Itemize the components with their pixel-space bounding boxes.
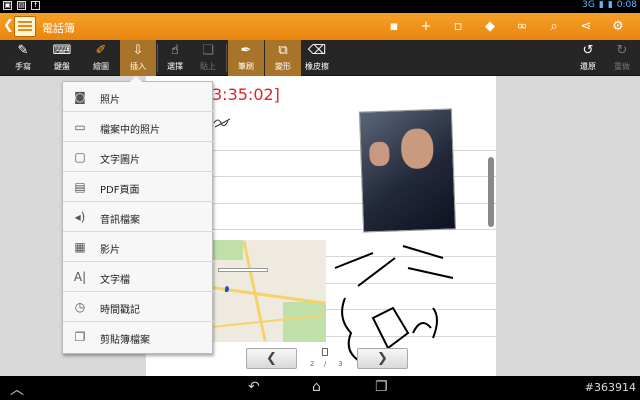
notification-up-icon[interactable]: ︿ xyxy=(10,379,24,399)
tool-transform[interactable]: ⧉ 變形 xyxy=(265,40,301,76)
image-icon: ▭ xyxy=(74,120,86,134)
home-nav-icon[interactable]: ⌂ xyxy=(312,379,321,395)
tool-brush[interactable]: ✒ 筆刷 xyxy=(228,40,264,76)
tool-select[interactable]: ☝ 選擇 xyxy=(157,40,193,76)
system-nav-bar: ︿ ↶ ⌂ ❐ #363914 xyxy=(0,376,640,400)
toolbar-divider xyxy=(226,44,227,72)
page-navigator: ❮ 2 / 3 ❯ xyxy=(246,348,408,372)
video-icon: ▦ xyxy=(74,240,86,254)
network-type: 3G xyxy=(582,0,595,10)
next-page-button[interactable]: ❯ xyxy=(357,348,408,369)
tool-eraser[interactable]: ⌫ 橡皮擦 xyxy=(299,40,335,76)
handwriting-scribble xyxy=(213,118,231,128)
menu-item-timestamp[interactable]: ◷ 時間戳記 xyxy=(63,292,214,322)
clock: 0:08 xyxy=(616,0,637,10)
search-icon[interactable]: ⌕ xyxy=(538,17,570,36)
watermark-id: #363914 xyxy=(584,381,636,394)
save-icon[interactable]: ▪ xyxy=(378,17,410,36)
tool-draw[interactable]: ✐ 繪圖 xyxy=(83,40,119,76)
insert-menu: ◙ 照片 ▭ 檔案中的照片 ▢ 文字圖片 ▤ PDF頁面 ◂) 音訊檔案 ▦ 影… xyxy=(62,76,214,354)
settings-gear-icon[interactable]: ⚙ xyxy=(602,17,634,36)
menu-item-pdf-page[interactable]: ▤ PDF頁面 xyxy=(63,172,214,202)
menu-item-audio[interactable]: ◂) 音訊檔案 xyxy=(63,202,214,232)
total-pages: 3 xyxy=(338,360,343,368)
undo-button[interactable]: ↺ 還原 xyxy=(570,40,606,76)
menu-item-photo-from-file[interactable]: ▭ 檔案中的照片 xyxy=(63,112,214,142)
tool-keyboard[interactable]: ⌨ 鍵盤 xyxy=(44,40,80,76)
read-mode-icon[interactable]: ∞ xyxy=(506,17,538,36)
menu-item-clipboard[interactable]: ❐ 剪貼簿檔案 xyxy=(63,322,214,352)
insert-icon: ⇩ xyxy=(132,43,144,58)
chevron-right-icon: ❯ xyxy=(377,351,388,366)
tool-paste[interactable]: ❏ 貼上 xyxy=(190,40,226,76)
menu-item-video[interactable]: ▦ 影片 xyxy=(63,232,214,262)
clipboard-icon: ❐ xyxy=(74,330,86,344)
brush-icon: ✒ xyxy=(240,43,252,58)
keyboard-icon: ⌨ xyxy=(52,43,72,58)
title-bar: ❮ 電話簿 ▪ + ▫ ◆ ∞ ⌕ ⋖ ⚙ xyxy=(0,13,640,40)
notebook-app-icon[interactable] xyxy=(14,16,36,37)
timestamp-text: 3:35:02] xyxy=(212,85,280,104)
pdf-icon: ▤ xyxy=(74,180,86,194)
redo-button[interactable]: ↻ 重做 xyxy=(604,40,640,76)
text-file-icon: A| xyxy=(73,270,87,284)
page-icon xyxy=(322,348,328,356)
battery-icon: ▮ xyxy=(607,0,613,10)
share-icon[interactable]: ⋖ xyxy=(570,17,602,36)
page-separator: / xyxy=(324,360,327,368)
inserted-photo[interactable] xyxy=(358,108,457,233)
signal-icon: ▮ xyxy=(598,0,604,10)
audio-icon: ◂) xyxy=(74,210,86,224)
notification-image-icon: ▣ xyxy=(3,1,12,10)
menu-item-text-image[interactable]: ▢ 文字圖片 xyxy=(63,142,214,172)
facebook-icon: f xyxy=(31,1,40,10)
photo-face xyxy=(400,128,434,170)
previous-page-button[interactable]: ❮ xyxy=(246,348,297,369)
vertical-scrollbar[interactable] xyxy=(488,157,494,227)
undo-icon: ↺ xyxy=(582,43,594,58)
status-bar: ▣ ▤ f 3G ▮ ▮ 0:08 xyxy=(0,0,640,13)
transform-icon: ⧉ xyxy=(278,43,288,58)
current-page: 2 xyxy=(310,360,315,368)
clock-icon: ◷ xyxy=(74,300,86,314)
bookmark-icon[interactable]: ◆ xyxy=(474,17,506,36)
back-nav-icon[interactable]: ↶ xyxy=(248,379,260,395)
notification-gallery-icon: ▤ xyxy=(17,1,26,10)
chevron-left-icon: ❮ xyxy=(266,351,277,366)
handwrite-icon: ✎ xyxy=(17,43,29,58)
eraser-icon: ⌫ xyxy=(307,43,327,58)
paste-icon: ❏ xyxy=(202,43,214,58)
notebook-title: 電話簿 xyxy=(42,22,75,35)
back-icon[interactable]: ❮ xyxy=(3,18,14,33)
draw-icon: ✐ xyxy=(95,43,107,58)
add-page-icon[interactable]: + xyxy=(410,17,442,36)
menu-item-text-file[interactable]: A| 文字檔 xyxy=(63,262,214,292)
menu-item-photo[interactable]: ◙ 照片 xyxy=(63,82,214,112)
map-pin-icon xyxy=(225,286,229,292)
delete-page-icon[interactable]: ▫ xyxy=(442,17,474,36)
map-info-label xyxy=(218,268,268,272)
inserted-map-image[interactable] xyxy=(213,240,326,342)
text-image-icon: ▢ xyxy=(74,150,86,164)
tool-insert[interactable]: ⇩ 插入 xyxy=(120,40,156,76)
select-icon: ☝ xyxy=(171,43,179,58)
tool-handwrite[interactable]: ✎ 手寫 xyxy=(5,40,41,76)
redo-icon: ↻ xyxy=(616,43,628,58)
recent-apps-icon[interactable]: ❐ xyxy=(375,379,388,395)
photo-hand xyxy=(368,141,390,167)
edit-toolbar: ✎ 手寫 ⌨ 鍵盤 ✐ 繪圖 ⇩ 插入 ☝ 選擇 ❏ 貼上 ✒ 筆刷 ⧉ 變形 ⌫ 橡皮擦 ↺ 還原… xyxy=(0,40,640,76)
camera-icon: ◙ xyxy=(74,90,86,104)
